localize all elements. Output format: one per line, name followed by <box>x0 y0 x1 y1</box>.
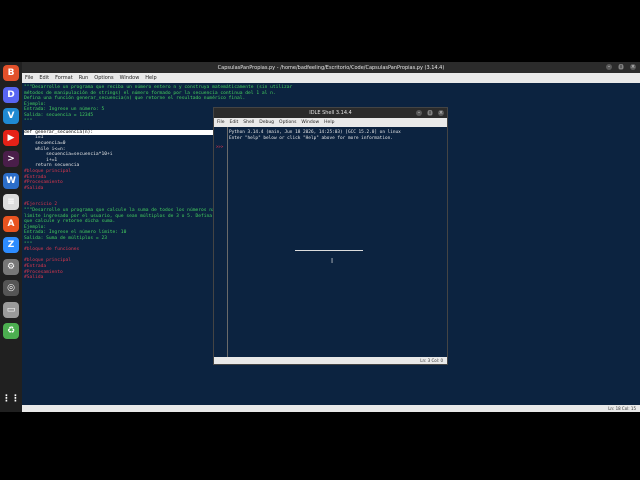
shell-banner-line1: Python 3.14.4 (main, Jun 18 2026, 14:25:… <box>229 130 401 135</box>
shell-close-icon[interactable]: × <box>438 110 444 116</box>
code-line: #Salida <box>24 275 44 281</box>
shell-banner-line2: Enter "help" below or click "Help" above… <box>229 135 393 141</box>
recorder-icon[interactable]: ◎ <box>3 280 19 296</box>
code-line: """Desarrolle un programa que calcule la… <box>24 208 282 214</box>
vscode-icon[interactable]: V <box>3 108 19 124</box>
editor-menu-run[interactable]: Run <box>79 75 89 81</box>
editor-title: CapsulasPanPropias.py - /home/badfeeling… <box>217 64 445 71</box>
editor-menu-file[interactable]: File <box>25 75 33 81</box>
close-icon[interactable]: × <box>630 64 636 70</box>
writer-icon[interactable]: W <box>3 172 19 189</box>
trash-icon[interactable]: ♻ <box>3 323 19 339</box>
editor-menu-options[interactable]: Options <box>94 75 113 81</box>
shell-menu-debug[interactable]: Debug <box>259 120 274 125</box>
shell-minimize-icon[interactable]: – <box>416 110 422 116</box>
shell-status-bar: Ln: 3 Col: 0 <box>214 357 447 364</box>
youtube-icon[interactable]: ▶ <box>3 129 19 146</box>
shell-maximize-icon[interactable]: □ <box>427 110 433 116</box>
editor-menu-help[interactable]: Help <box>145 75 156 81</box>
editor-status-bar: Ln: 18 Col: 15 <box>22 405 640 412</box>
shell-menu-shell[interactable]: Shell <box>243 120 254 125</box>
editor-menu-format[interactable]: Format <box>55 75 73 81</box>
settings-icon[interactable]: ⚙ <box>3 258 19 275</box>
discord-icon[interactable]: D <box>3 86 19 103</box>
shell-menu-window[interactable]: Window <box>301 120 319 125</box>
brave-browser-icon[interactable]: B <box>3 65 19 81</box>
shell-menu-edit[interactable]: Edit <box>230 120 239 125</box>
shell-output[interactable]: Python 3.14.4 (main, Jun 18 2026, 14:25:… <box>229 130 401 141</box>
shell-menu-file[interactable]: File <box>217 120 225 125</box>
software-store-icon[interactable]: A <box>3 215 19 232</box>
editor-title-bar: CapsulasPanPropias.py - /home/badfeeling… <box>22 62 640 73</box>
terminal-icon[interactable]: > <box>3 151 19 167</box>
editor-menu-window[interactable]: Window <box>120 75 140 81</box>
shell-prompt: >>> <box>216 144 224 149</box>
notes-icon[interactable]: ≡ <box>3 194 19 210</box>
minimize-icon[interactable]: – <box>606 64 612 70</box>
shell-gutter: >>> <box>214 127 228 359</box>
idle-shell-window[interactable]: IDLE Shell 3.14.4 – □ × File Edit Shell Deb… <box>213 107 448 365</box>
shell-menu-help[interactable]: Help <box>324 120 334 125</box>
shell-title: IDLE Shell 3.14.4 <box>309 110 352 116</box>
files-icon[interactable]: ▭ <box>3 301 19 318</box>
code-line: Defina una función generar_secuencia(n) … <box>24 96 246 102</box>
shell-title-bar: IDLE Shell 3.14.4 – □ × <box>214 108 447 118</box>
maximize-icon[interactable]: □ <box>618 64 624 70</box>
editor-menu-edit[interactable]: Edit <box>39 75 49 81</box>
shell-menubar: File Edit Shell Debug Options Window Help <box>214 118 447 127</box>
dock: B D V ▶ > W ≡ A Z ⚙ ◎ ▭ ♻ ⋮⋮ <box>0 62 22 412</box>
shell-menu-options[interactable]: Options <box>279 120 296 125</box>
zoom-icon[interactable]: Z <box>3 237 19 253</box>
apps-grid-icon[interactable]: ⋮⋮ <box>2 391 20 407</box>
editor-menubar: File Edit Format Run Options Window Help <box>22 73 640 83</box>
code-line: """Desarrolle un programa que reciba un … <box>24 85 293 90</box>
code-editor[interactable]: """Desarrolle un programa que reciba un … <box>24 85 293 281</box>
drag-line <box>295 250 363 251</box>
ibeam-cursor-icon: I <box>331 257 334 265</box>
